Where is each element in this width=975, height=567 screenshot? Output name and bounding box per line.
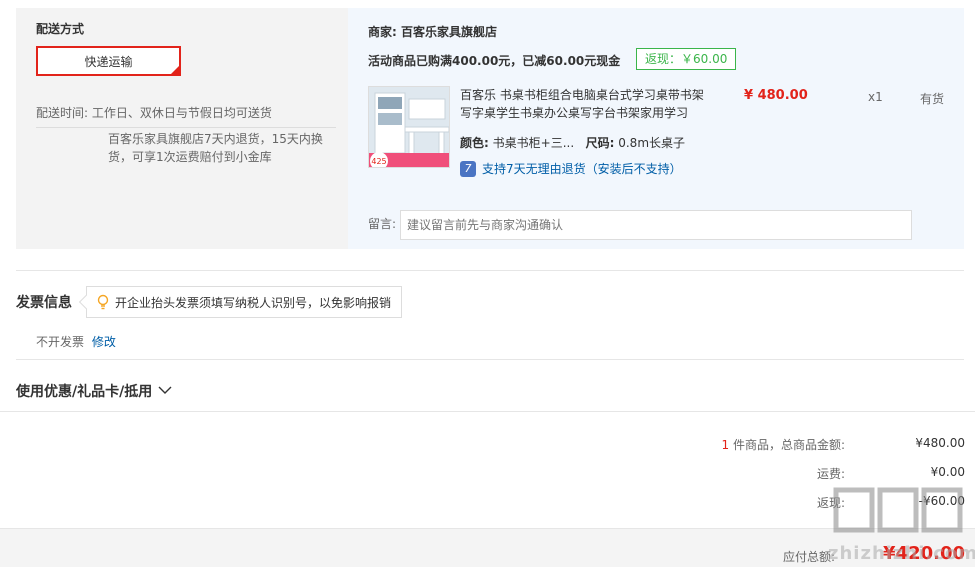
merchant-name[interactable]: 百客乐家具旗舰店 [401,25,497,39]
return-support-text: 支持7天无理由退货（安装后不支持） [482,162,682,176]
items-label-text: 件商品，总商品金额: [732,438,845,452]
invoice-status-text: 不开发票 [36,335,85,349]
delivery-section-title: 配送方式 [36,22,85,36]
product-name[interactable]: 百客乐 书桌书柜组合电脑桌台式学习桌带书架写字桌学生书桌办公桌写字台书架家用学习 [460,86,710,122]
invoice-status: 不开发票 修改 [36,333,116,350]
memo-input[interactable] [400,210,912,240]
chevron-down-icon [158,383,172,399]
item-count: 1 [721,438,730,452]
watermark-logo-icon [833,487,963,533]
invoice-modify-link[interactable]: 修改 [92,335,116,349]
product-attributes: 颜色: 书桌书柜+三... 尺码: 0.8m长桌子 [460,134,685,151]
items-total: ¥480.00 [915,436,965,450]
summary-items-row: 1 件商品，总商品金额: ¥480.00 [565,436,965,453]
return-support[interactable]: 7 支持7天无理由退货（安装后不支持） [460,160,682,177]
invoice-tip: 开企业抬头发票须填写纳税人识别号，以免影响报销 [78,286,403,318]
size-label: 尺码: [585,136,615,150]
divider [16,359,964,360]
delivery-panel: 配送方式 快递运输 ✓ 配送时间: 工作日、双休日与节假日均可送货 百客乐家具旗… [16,8,348,249]
divider [16,270,964,271]
promo-text: 活动商品已购满400.00元，已减60.00元现金 [368,54,621,68]
watermark: zhizhizhi.com [828,484,975,564]
size-value: 0.8m长桌子 [618,136,686,150]
color-label: 颜色: [460,136,489,150]
product-image[interactable]: 425 [368,86,450,168]
return-policy-text: 百客乐家具旗舰店7天内退货，15天内换货，可享1次运费赔付到小金库 [108,132,323,164]
express-delivery-label: 快递运输 [84,54,133,69]
delivery-time: 配送时间: 工作日、双休日与节假日均可送货 [36,104,336,128]
seven-day-return-icon: 7 [460,160,476,177]
coupon-title: 使用优惠/礼品卡/抵用 [16,384,153,400]
color-value: 书桌书柜+三... [492,136,575,150]
product-quantity: x1 [868,90,883,104]
watermark-text: zhizhizhi.com [828,543,975,564]
express-delivery-option[interactable]: 快递运输 ✓ [36,46,181,76]
image-promo-price: 425 [371,157,386,166]
product-stock: 有货 [920,92,945,106]
summary-shipping-row: 运费: ¥0.00 [565,465,965,482]
shipping-label: 运费: [816,467,845,481]
rebate-badge: 返现：￥60.00 [636,48,737,70]
product-price: ¥ 480.00 [744,88,808,103]
merchant-info: 商家: 百客乐家具旗舰店 [368,23,497,40]
lightbulb-icon [97,294,109,310]
merchant-label: 商家: [368,25,397,39]
delivery-time-value: 工作日、双休日与节假日均可送货 [91,106,272,120]
memo-label: 留言: [368,217,397,231]
invoice-tip-text: 开企业抬头发票须填写纳税人识别号，以免影响报销 [115,295,392,310]
shipping-value: ¥0.00 [930,465,965,479]
product-thumbnail-icon: 425 [369,87,449,167]
checkmark-icon: ✓ [171,65,178,74]
summary-divider [0,411,975,412]
summary-items-label: 1 件商品，总商品金额: [721,436,845,453]
delivery-time-label: 配送时间: [36,106,89,120]
order-panel: 商家: 百客乐家具旗舰店 活动商品已购满400.00元，已减60.00元现金 返… [348,8,964,249]
tooltip-arrow [78,294,94,310]
invoice-title: 发票信息 [16,295,72,311]
coupon-toggle[interactable]: 使用优惠/礼品卡/抵用 [16,381,172,401]
